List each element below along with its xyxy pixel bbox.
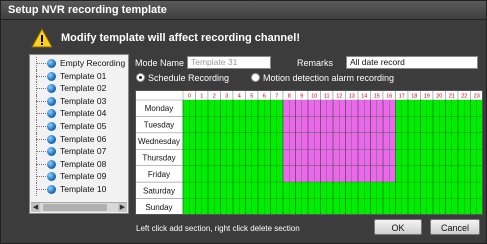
template-icon [47,109,56,119]
hour-label: 13 [349,94,355,100]
hour-label: 23 [474,94,480,100]
hour-label: 2 [213,94,216,100]
day-label: Saturday [143,186,175,195]
hour-label: 9 [300,94,303,100]
hour-label: 19 [424,94,430,100]
template-item-label: Template 01 [60,70,107,81]
tree-branch [36,75,46,77]
schedule-recording-radio[interactable] [136,73,145,82]
day-label: Tuesday [144,121,174,130]
remarks-field[interactable]: All date record [346,56,478,69]
window-title: Setup NVR recording template [8,4,167,16]
template-list-item[interactable]: Template 06 [30,132,128,146]
tree-branch [36,88,46,90]
remarks-label: Remarks [297,58,334,68]
template-icon [47,96,56,106]
tree-branch [36,113,46,115]
template-icon [47,172,56,182]
template-list-items: Empty Recording Template 01 Template 02 Tem… [30,57,128,196]
template-icon [47,59,56,68]
day-label: Friday [148,170,170,179]
template-item-label: Template 04 [60,108,107,119]
template-icon [47,147,56,157]
tree-branch [36,188,46,190]
hour-label: 15 [374,94,380,100]
template-item-label: Template 06 [60,133,107,144]
tree-branch [36,151,46,153]
template-item-label: Template 03 [60,95,107,106]
ok-button[interactable]: OK [374,219,422,235]
hour-label: 0 [188,94,191,100]
scroll-right-icon[interactable]: ▶ [118,203,127,212]
tree-branch [36,176,46,178]
warning-message: Modify template will affect recording ch… [61,32,300,44]
template-list-item[interactable]: Template 09 [30,170,128,183]
hour-label: 6 [263,94,266,100]
hour-label: 4 [238,94,241,100]
template-list-item[interactable]: Template 03 [30,94,128,108]
hour-label: 3 [225,94,228,100]
hour-label: 17 [399,94,405,100]
hour-label: 18 [411,94,417,100]
template-icon [47,134,56,144]
tree-branch [36,100,46,102]
tree-branch [36,163,46,165]
hour-label: 12 [336,94,342,100]
template-list-item[interactable]: Empty Recording [30,57,128,70]
hour-label: 10 [311,94,317,100]
template-item-label: Template 02 [60,83,107,94]
grid-hint: Left click add section, right click dele… [136,224,300,233]
day-label: Thursday [142,154,175,163]
hour-label: 8 [288,94,291,100]
hour-label: 14 [361,94,367,100]
template-list-item[interactable]: Template 07 [30,145,128,158]
template-list-item[interactable]: Template 01 [30,69,128,83]
template-item-label: Template 08 [60,158,107,169]
template-icon [47,71,56,81]
motion-recording-label: Motion detection alarm recording [263,73,395,83]
hour-label: 1 [200,94,203,100]
template-item-label: Empty Recording [60,58,126,68]
hour-label: 11 [324,94,330,100]
title-bar: Setup NVR recording template [1,1,486,20]
cancel-button[interactable]: Cancel [430,219,480,235]
template-item-label: Template 09 [60,171,107,182]
tree-branch [36,63,46,64]
template-list-item[interactable]: Template 05 [30,119,128,133]
day-label: Sunday [145,203,172,212]
template-icon [47,184,56,194]
schedule-recording-label: Schedule Recording [148,73,230,83]
template-list-item[interactable]: Template 10 [30,182,128,196]
day-label: Wednesday [138,137,180,146]
template-item-label: Template 07 [60,146,107,157]
schedule-grid[interactable]: 0 1 2 3 4 5 6 7 8 9 10 11 12 13 14 15 16 17 18 19 20 21 22 23 Mo… [135,90,483,215]
mode-name-label: Mode Name [135,58,185,68]
motion-recording-radio[interactable] [251,73,260,82]
mode-name-field[interactable]: Template 31 [187,56,271,69]
day-label: Monday [145,104,173,113]
hour-label: 7 [275,94,278,100]
template-list-item[interactable]: Template 08 [30,157,128,171]
scroll-left-icon[interactable]: ◀ [31,203,40,212]
schedule-grid-canvas[interactable]: 0 1 2 3 4 5 6 7 8 9 10 11 12 13 14 15 16 17 18 19 20 21 22 23Mo… [135,90,483,215]
template-list-item[interactable]: Template 04 [30,107,128,120]
scroll-thumb[interactable] [43,204,107,211]
template-icon [47,159,56,169]
nvr-template-dialog: Setup NVR recording template Modify temp… [0,0,487,244]
template-item-label: Template 10 [60,183,107,194]
warning-icon [31,28,53,48]
tree-branch [36,138,46,140]
template-item-label: Template 05 [60,120,107,131]
template-icon [47,121,56,131]
template-list[interactable]: Empty Recording Template 01 Template 02 Tem… [29,54,129,214]
list-horizontal-scrollbar[interactable]: ◀ ▶ [31,202,127,212]
hour-label: 22 [461,94,467,100]
hour-label: 16 [386,94,392,100]
hour-label: 21 [449,94,455,100]
tree-branch [36,125,46,127]
hour-label: 20 [436,94,442,100]
template-list-item[interactable]: Template 02 [30,82,128,95]
template-icon [47,84,56,94]
hour-label: 5 [250,94,253,100]
